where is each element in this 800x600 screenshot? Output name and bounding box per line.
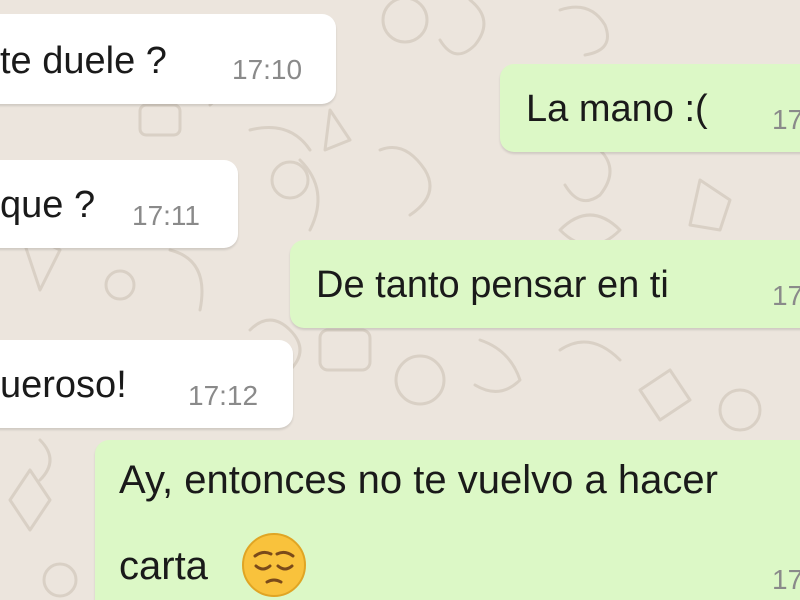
message-timestamp: 17:10 bbox=[232, 54, 303, 85]
message-timestamp: 17 bbox=[772, 564, 800, 595]
message-text: La mano :( bbox=[526, 88, 708, 130]
message-text: te duele ? bbox=[0, 40, 167, 82]
message-text: ueroso! bbox=[0, 364, 127, 406]
message-timestamp: 17:12 bbox=[188, 380, 259, 411]
message-timestamp: 17:11 bbox=[132, 200, 200, 231]
message-timestamp: 17 bbox=[772, 280, 800, 311]
message-bubble-incoming[interactable]: te duele ? 17:10 bbox=[0, 14, 336, 104]
pensive-face-icon bbox=[242, 533, 306, 597]
chat-background: te duele ? 17:10 La mano :( 17 que ? 17:… bbox=[0, 0, 800, 600]
message-bubble-outgoing[interactable]: De tanto pensar en ti 17 bbox=[290, 240, 800, 328]
message-text: De tanto pensar en ti bbox=[316, 264, 669, 306]
message-bubble-outgoing[interactable]: La mano :( 17 bbox=[500, 64, 800, 152]
message-bubble-outgoing[interactable]: Ay, entonces no te vuelvo a hacer carta … bbox=[95, 440, 800, 600]
message-text: que ? bbox=[0, 184, 96, 226]
message-bubble-incoming[interactable]: que ? 17:11 bbox=[0, 160, 238, 248]
message-text-line-2: carta bbox=[119, 544, 208, 588]
message-bubble-incoming[interactable]: ueroso! 17:12 bbox=[0, 340, 293, 428]
message-timestamp: 17 bbox=[772, 104, 800, 135]
message-text-line-1: Ay, entonces no te vuelvo a hacer bbox=[119, 458, 718, 502]
